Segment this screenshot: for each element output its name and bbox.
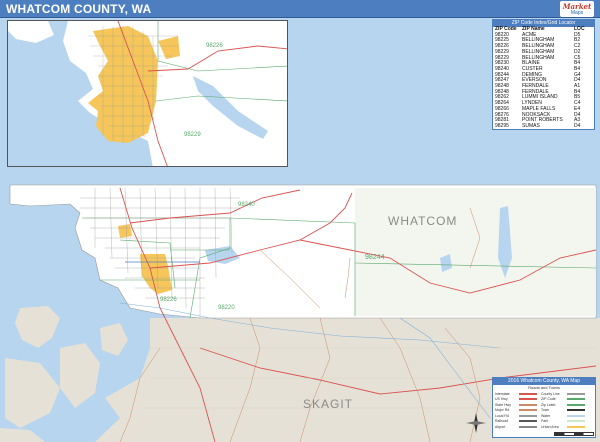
- legend-label-right: Zip Label: [541, 402, 556, 407]
- legend-label-left: Railroad: [495, 419, 509, 424]
- legend-swatch-left: [519, 414, 537, 417]
- scale-bar: [554, 432, 594, 436]
- title-bar: WHATCOM COUNTY, WA Market Maps: [0, 0, 600, 18]
- zip-label-98220: 98220: [218, 305, 235, 311]
- legend-swatch-right: [567, 403, 585, 406]
- zip-label-98244: 98244: [365, 254, 385, 261]
- legend-label-right: Park: [541, 419, 549, 424]
- map-legend: 2016 Whatcom County, WA Map Roads and To…: [492, 377, 596, 438]
- brand-logo: Market Maps: [560, 1, 594, 17]
- logo-line2: Maps: [570, 9, 584, 16]
- legend-title: 2016 Whatcom County, WA Map: [493, 378, 595, 385]
- legend-label-right: Water: [541, 413, 551, 418]
- county-label-whatcom: WHATCOM: [388, 214, 458, 228]
- map-title: WHATCOM COUNTY, WA: [6, 2, 152, 16]
- zip-locator-table: ZIP Code Index/Grid Locator ZIP Code ZIP…: [492, 19, 595, 130]
- legend-row: Airport Urban Area: [495, 424, 595, 430]
- legend-label-right: ZIP Code: [541, 397, 556, 402]
- legend-label-left: State Hwy: [495, 402, 511, 407]
- legend-label-left: Local Rd: [495, 413, 509, 418]
- county-label-skagit: SKAGIT: [303, 397, 354, 411]
- inset-canvas: [8, 21, 287, 166]
- zip-label-98240: 98240: [238, 202, 255, 208]
- inset-zip-98226: 98226: [206, 43, 223, 49]
- locator-zip: 98295: [495, 122, 509, 129]
- legend-label-left: Interstate: [495, 391, 510, 396]
- compass-rose-icon: [466, 413, 486, 433]
- locator-loc: D4: [574, 122, 581, 129]
- legend-swatch-right: [567, 420, 585, 423]
- legend-label-right: Town: [541, 408, 550, 413]
- legend-swatch-left: [519, 392, 537, 395]
- locator-rows: 98220 ACME D5 98225 BELLINGHAM B2 98226 BELLING…: [493, 32, 594, 130]
- legend-label-left: US Hwy: [495, 397, 508, 402]
- logo-line1: Market: [562, 1, 592, 11]
- legend-swatch-right: [567, 392, 585, 395]
- inset-zip-98229: 98229: [184, 132, 201, 138]
- inset-map[interactable]: 98226 98229: [7, 20, 288, 167]
- legend-label-right: Urban Area: [541, 424, 559, 429]
- legend-swatch-right: [567, 409, 585, 412]
- legend-swatch-left: [519, 398, 537, 401]
- legend-swatch-left: [519, 425, 537, 428]
- locator-name: SUMAS: [522, 122, 540, 129]
- legend-label-left: Major Rd: [495, 408, 510, 413]
- zip-label-98226: 98226: [160, 297, 177, 303]
- legend-rows: Interstate County Line US Hwy ZIP Code State…: [495, 391, 595, 430]
- legend-label-left: Airport: [495, 424, 506, 429]
- legend-label-right: County Line: [541, 391, 560, 396]
- legend-subtitle: Roads and Towns: [528, 385, 560, 390]
- legend-swatch-right: [567, 414, 585, 417]
- legend-swatch-left: [519, 409, 537, 412]
- urban-ferndale: [118, 224, 132, 238]
- legend-swatch-right: [567, 425, 585, 428]
- locator-row: 98295 SUMAS D4: [493, 122, 594, 130]
- legend-swatch-left: [519, 420, 537, 423]
- legend-swatch-left: [519, 403, 537, 406]
- legend-swatch-right: [567, 398, 585, 401]
